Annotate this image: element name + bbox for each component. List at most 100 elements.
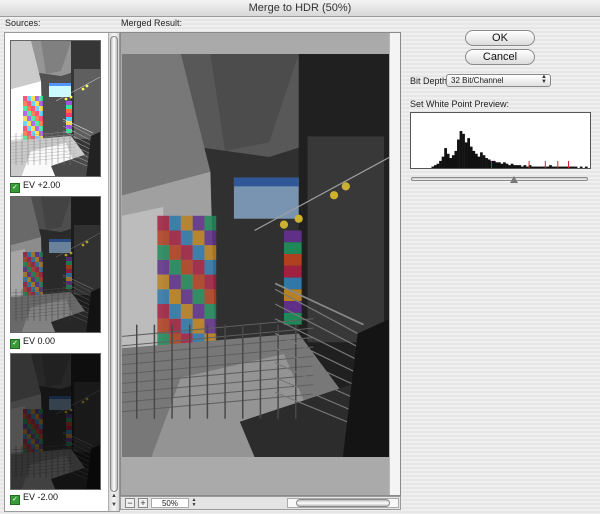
histogram-bin — [533, 166, 537, 168]
histogram-bin — [523, 165, 527, 168]
histogram-bin — [436, 163, 440, 168]
histogram-bin — [505, 163, 509, 168]
histogram-bin — [510, 163, 514, 168]
histogram-bin — [520, 166, 524, 168]
select-arrows-icon: ▲ ▼ — [541, 74, 547, 85]
histogram-bin — [561, 166, 565, 168]
source-ev-2-row[interactable]: ✓ EV 0.00 — [10, 335, 56, 349]
source-thumbnail-image-1 — [11, 41, 100, 176]
histogram-bin — [492, 160, 496, 168]
histogram-bin — [574, 166, 578, 168]
histogram-panel — [410, 112, 591, 169]
histogram-bin — [497, 162, 501, 168]
histogram-bin — [457, 139, 460, 168]
histogram-bin — [469, 146, 473, 168]
source-ev-label-3: EV -2.00 — [23, 492, 59, 502]
histogram-bin — [549, 165, 552, 168]
histogram-bin — [464, 142, 468, 168]
window-title: Merge to HDR (50%) — [248, 2, 352, 14]
source-ev-label-1: EV +2.00 — [23, 180, 61, 190]
merged-image-graphic — [122, 54, 390, 457]
histogram-bin — [572, 166, 575, 168]
histogram-bin — [454, 150, 458, 168]
source-ev-label-2: EV 0.00 — [23, 336, 56, 346]
histogram-bin — [541, 166, 545, 168]
source-thumbnail-3[interactable] — [10, 353, 101, 490]
histogram-bin — [579, 166, 583, 168]
source-thumbnail-image-3 — [11, 354, 100, 489]
histogram-bin — [480, 152, 483, 168]
window-title-bar[interactable]: Merge to HDR (50%) — [0, 0, 600, 17]
sources-scroll-up-arrow[interactable]: ▲ — [109, 492, 119, 501]
source-checkbox-3[interactable]: ✓ — [10, 495, 20, 505]
white-point-slider-track[interactable] — [411, 177, 588, 181]
histogram-bin — [459, 131, 463, 168]
zoom-stepper-icon[interactable]: ▲ ▼ — [190, 498, 198, 508]
source-ev-3-row[interactable]: ✓ EV -2.00 — [10, 491, 59, 505]
source-thumbnail-2[interactable] — [10, 196, 101, 333]
source-checkbox-1[interactable]: ✓ — [10, 183, 20, 193]
histogram-bin — [508, 165, 511, 168]
merged-hscroll-thumb[interactable] — [296, 499, 390, 507]
histogram-bin — [531, 166, 534, 168]
merged-result-label: Merged Result: — [121, 18, 183, 28]
source-thumbnail-image-2 — [11, 197, 100, 332]
histogram-bin — [546, 166, 550, 168]
histogram-bin — [569, 166, 573, 168]
histogram-bin — [495, 162, 499, 168]
bit-depth-select[interactable]: 32 Bit/Channel ▲ ▼ — [446, 74, 551, 87]
histogram-bin — [431, 166, 435, 168]
white-point-label: Set White Point Preview: — [410, 99, 510, 109]
histogram-bin — [439, 160, 442, 168]
zoom-in-button[interactable]: + — [138, 498, 148, 508]
histogram-bin — [515, 165, 519, 168]
histogram-bin — [584, 166, 588, 168]
histogram-bin — [526, 166, 529, 168]
zoom-level-field[interactable]: 50% — [151, 498, 189, 508]
source-ev-1-row[interactable]: ✓ EV +2.00 — [10, 179, 61, 193]
histogram-bin — [462, 133, 465, 168]
merged-horizontal-scrollbar[interactable] — [287, 498, 399, 508]
merged-status-bar: − + 50% ▲ ▼ — [120, 496, 401, 510]
histogram-bin — [538, 166, 542, 168]
histogram-bin — [513, 165, 517, 168]
histogram-bin — [559, 166, 563, 168]
histogram-bin — [503, 162, 506, 168]
histogram-bin — [500, 163, 504, 168]
sources-label: Sources: — [5, 18, 41, 28]
sources-scroll-down-arrow[interactable]: ▼ — [109, 501, 119, 510]
histogram-bin — [446, 153, 450, 168]
histogram-bin — [441, 156, 445, 168]
histogram-bin — [487, 159, 491, 168]
bit-depth-value: 32 Bit/Channel — [451, 76, 504, 85]
cancel-button[interactable]: Cancel — [465, 49, 535, 65]
sources-scroll-thumb[interactable] — [110, 36, 118, 492]
source-checkbox-2[interactable]: ✓ — [10, 339, 20, 349]
ok-button[interactable]: OK — [465, 30, 535, 46]
histogram-bin — [482, 155, 486, 168]
merged-vertical-scrollbar[interactable] — [389, 33, 400, 495]
histogram-bin — [474, 153, 478, 168]
source-thumbnail-1[interactable] — [10, 40, 101, 177]
histogram-bin — [554, 166, 557, 168]
sources-scrollbar[interactable]: ▲ ▼ — [108, 33, 119, 511]
sources-list[interactable]: ✓ EV +2.00 ✓ EV 0.00 ✓ EV -2.00 ▲ ▼ — [4, 32, 120, 512]
histogram-bin — [472, 150, 476, 168]
histogram-bin — [451, 155, 455, 168]
histogram-graphic — [431, 131, 588, 168]
merged-result-preview[interactable] — [120, 32, 401, 496]
histogram-bin — [477, 156, 481, 168]
dialog-content: Sources: Merged Result: ✓ EV +2.00 ✓ EV 0.… — [0, 17, 600, 514]
merged-hdr-image[interactable] — [122, 54, 390, 457]
histogram-bin — [467, 138, 471, 168]
histogram-bin — [518, 165, 522, 168]
zoom-out-button[interactable]: − — [125, 498, 135, 508]
histogram-bin — [449, 158, 453, 168]
bit-depth-label: Bit Depth: — [410, 76, 450, 86]
histogram-bin — [536, 166, 540, 168]
histogram-bin — [564, 166, 568, 168]
histogram-bin — [485, 158, 488, 168]
histogram-bin — [444, 148, 447, 168]
histogram-bin — [551, 166, 555, 168]
white-point-slider-handle[interactable] — [509, 176, 518, 183]
